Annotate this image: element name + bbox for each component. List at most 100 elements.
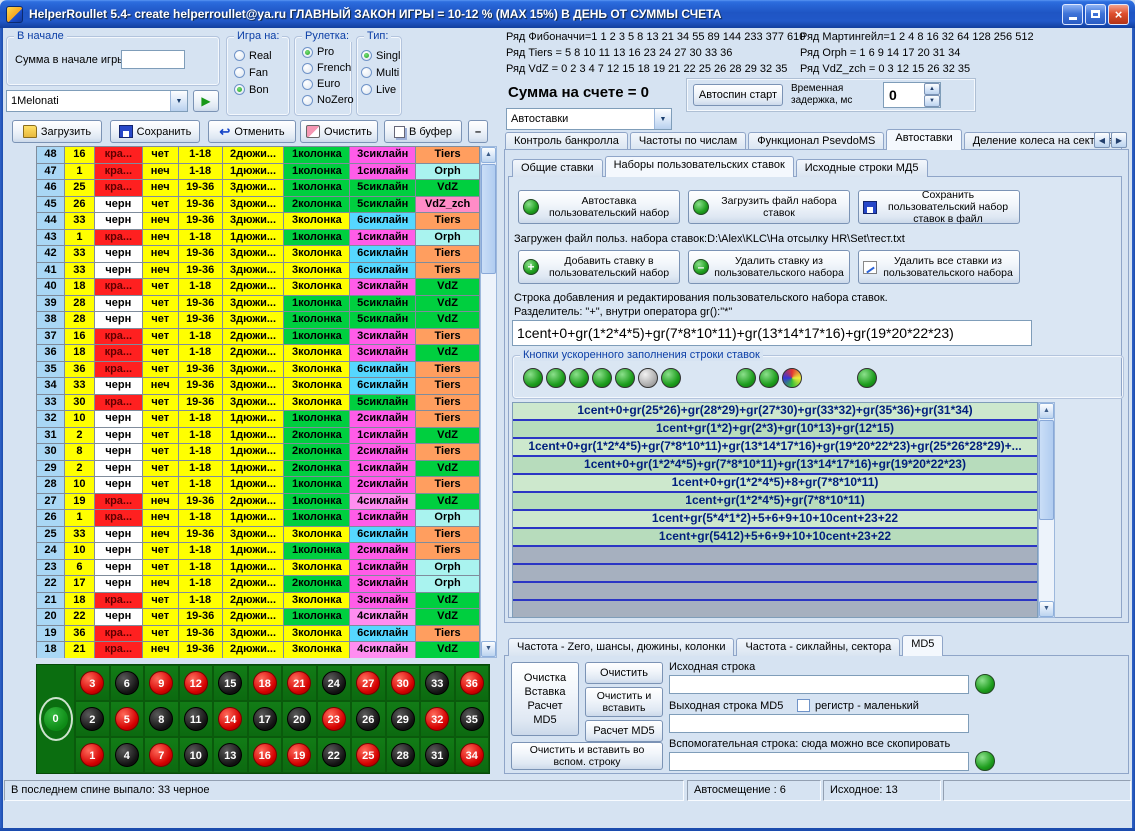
autobets-action-button[interactable]: Удалить все ставки из пользовательского … (858, 250, 1020, 284)
clear-button[interactable]: Очистить (300, 120, 378, 143)
board-number-cell[interactable]: 21 (282, 665, 317, 701)
board-number-cell[interactable]: 18 (248, 665, 283, 701)
type-radio-option[interactable]: Live (357, 81, 401, 98)
md5-clear-button[interactable]: Очистить (585, 662, 663, 684)
save-button[interactable]: Сохранить (110, 120, 200, 143)
board-number-cell[interactable]: 22 (317, 737, 352, 773)
board-number-cell[interactable]: 30 (386, 665, 421, 701)
register-checkbox[interactable] (797, 699, 810, 712)
table-row[interactable]: 4816кра...чет1-182дюжи...1колонка3сиклай… (37, 147, 480, 164)
md5-output-input[interactable] (669, 714, 969, 733)
board-number-cell[interactable]: 12 (179, 665, 214, 701)
table-row[interactable]: 3330кра...чет19-363дюжи...3колонка5сикла… (37, 395, 480, 412)
quick-fill-button[interactable] (615, 368, 635, 388)
table-row[interactable]: 3928чернчет19-363дюжи...1колонка5сиклайн… (37, 296, 480, 313)
quick-fill-button[interactable] (546, 368, 566, 388)
autobets-action-button[interactable]: Добавить ставку в пользовательский набор (518, 250, 680, 284)
md5-source-input[interactable] (669, 675, 969, 694)
board-number-cell[interactable]: 33 (420, 665, 455, 701)
bet-list-item[interactable]: 1cent+gr(5412)+5+6+9+10+10cent+23+22 (513, 529, 1037, 547)
maximize-button[interactable] (1085, 4, 1106, 25)
scroll-down-icon[interactable]: ▼ (1039, 601, 1054, 617)
bottom-tab[interactable]: Частота - сиклайны, сектора (736, 638, 900, 656)
board-number-cell[interactable]: 7 (144, 737, 179, 773)
table-row[interactable]: 261кра...неч1-181дюжи...1колонка1сиклайн… (37, 510, 480, 527)
board-number-cell[interactable]: 2 (75, 701, 110, 737)
table-row[interactable]: 236чернчет1-181дюжи...3колонка1сиклайнOr… (37, 560, 480, 577)
bet-list-item[interactable]: 1cent+0+gr(25*26)+gr(28*29)+gr(27*30)+gr… (513, 403, 1037, 421)
game-on-radio-option[interactable]: Fan (227, 64, 289, 81)
board-number-cell[interactable]: 17 (248, 701, 283, 737)
main-tab[interactable]: Контроль банкролла (505, 132, 628, 150)
roulette-radio-option[interactable]: Pro (295, 44, 351, 60)
bet-list-item[interactable]: 1cent+gr(5*4*1*2)+5+6+9+10+10cent+23+22 (513, 511, 1037, 529)
board-number-cell[interactable]: 5 (110, 701, 145, 737)
table-row[interactable]: 3536кра...чет19-363дюжи...3колонка6сикла… (37, 362, 480, 379)
collapse-button[interactable]: – (468, 120, 488, 143)
table-row[interactable]: 2410чернчет1-181дюжи...1колонка2сиклайнT… (37, 543, 480, 560)
scrollbar-thumb[interactable] (1039, 420, 1054, 520)
table-row[interactable]: 4233черннеч19-363дюжи...3колонка6сиклайн… (37, 246, 480, 263)
table-row[interactable]: 4133черннеч19-363дюжи...3колонка6сиклайн… (37, 263, 480, 280)
table-row[interactable]: 1821кра...неч19-362дюжи...3колонка4сикла… (37, 642, 480, 658)
copy-to-buffer-button[interactable]: В буфер (384, 120, 462, 143)
chevron-down-icon[interactable]: ▼ (170, 91, 187, 111)
quick-fill-button[interactable] (638, 368, 658, 388)
quick-fill-button[interactable] (661, 368, 681, 388)
spinner-up-icon[interactable]: ▲ (924, 83, 940, 95)
board-number-cell[interactable]: 27 (351, 665, 386, 701)
board-number-cell[interactable]: 8 (144, 701, 179, 737)
quick-fill-button[interactable] (857, 368, 877, 388)
preset-combobox[interactable]: 1Melonati ▼ (6, 90, 188, 112)
autobets-action-button[interactable]: Загрузить файл набора ставок (688, 190, 850, 224)
md5-clear-paste-aux-button[interactable]: Очистить и вставить во вспом. строку (511, 742, 663, 770)
table-row[interactable]: 4018кра...чет1-182дюжи...3колонка3сиклай… (37, 279, 480, 296)
table-row[interactable]: 2810чернчет1-181дюжи...1колонка2сиклайнT… (37, 477, 480, 494)
board-number-cell[interactable]: 34 (455, 737, 490, 773)
quick-fill-button[interactable] (736, 368, 756, 388)
board-number-cell[interactable]: 15 (213, 665, 248, 701)
start-sum-input[interactable] (121, 50, 185, 69)
roulette-radio-option[interactable]: French (295, 60, 351, 76)
board-number-cell[interactable]: 35 (455, 701, 490, 737)
sub-tab[interactable]: Исходные строки МД5 (796, 159, 928, 177)
autospin-start-button[interactable]: Автоспин старт (693, 84, 783, 106)
game-on-radio-option[interactable]: Real (227, 47, 289, 64)
scroll-up-icon[interactable]: ▲ (481, 147, 496, 163)
board-number-cell[interactable]: 23 (317, 701, 352, 737)
scroll-up-icon[interactable]: ▲ (1039, 403, 1054, 419)
bet-list-item[interactable]: 1cent+0+gr(1*2*4*5)+gr(7*8*10*11)+gr(13*… (513, 439, 1037, 457)
scrollbar-thumb[interactable] (481, 164, 496, 274)
scroll-down-icon[interactable]: ▼ (481, 641, 496, 657)
close-button[interactable]: × (1108, 4, 1129, 25)
board-number-cell[interactable]: 4 (110, 737, 145, 773)
quick-fill-button[interactable] (569, 368, 589, 388)
autobets-action-button[interactable]: Сохранить пользовательский набор ставок … (858, 190, 1020, 224)
tabs-scroll-left-icon[interactable]: ◀ (1094, 132, 1110, 148)
spin-table-scrollbar[interactable]: ▲ ▼ (480, 146, 497, 658)
type-radio-option[interactable]: Singl (357, 47, 401, 64)
board-number-cell[interactable]: 20 (282, 701, 317, 737)
md5-big-button[interactable]: Очистка Вставка Расчет MD5 (511, 662, 579, 736)
type-radio-option[interactable]: Multi (357, 64, 401, 81)
sub-tab[interactable]: Наборы пользовательских ставок (605, 156, 794, 177)
bet-list-item[interactable]: 1cent+gr(1*2*4*5)+gr(7*8*10*11) (513, 493, 1037, 511)
quick-fill-button[interactable] (592, 368, 612, 388)
board-number-cell[interactable]: 3 (75, 665, 110, 701)
table-row[interactable]: 2217черннеч1-182дюжи...2колонка3сиклайнO… (37, 576, 480, 593)
board-number-cell[interactable]: 29 (386, 701, 421, 737)
quick-fill-button[interactable] (759, 368, 779, 388)
board-number-cell[interactable]: 11 (179, 701, 214, 737)
table-row[interactable]: 431кра...неч1-181дюжи...1колонка1сиклайн… (37, 230, 480, 247)
board-number-cell[interactable]: 28 (386, 737, 421, 773)
table-row[interactable]: 3210чернчет1-181дюжи...1колонка2сиклайнT… (37, 411, 480, 428)
table-row[interactable]: 292чернчет1-181дюжи...2колонка1сиклайнVd… (37, 461, 480, 478)
main-tab[interactable]: Функционал PsevdoMS (748, 132, 884, 150)
md5-source-coin-button[interactable] (975, 674, 995, 694)
board-number-cell[interactable]: 25 (351, 737, 386, 773)
board-number-cell[interactable]: 32 (420, 701, 455, 737)
board-number-cell[interactable]: 10 (179, 737, 214, 773)
sub-tab[interactable]: Общие ставки (512, 159, 603, 177)
table-row[interactable]: 2118кра...чет1-182дюжи...3колонка3сиклай… (37, 593, 480, 610)
md5-aux-coin-button[interactable] (975, 751, 995, 771)
